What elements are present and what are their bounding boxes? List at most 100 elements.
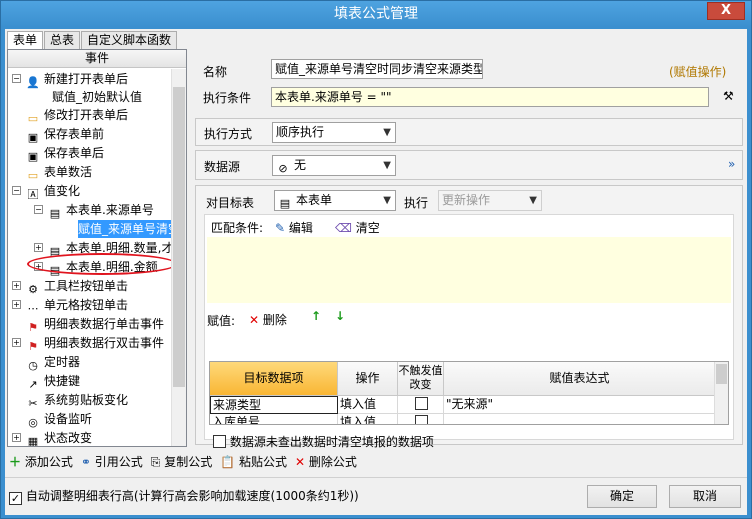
expand-icon[interactable]: + bbox=[12, 300, 21, 309]
expand-icon[interactable]: + bbox=[12, 281, 21, 290]
grid-header-nochange[interactable]: 不触发值改变 bbox=[398, 362, 444, 396]
target-label: 对目标表 bbox=[206, 196, 255, 210]
mode-select[interactable]: 顺序执行 ▼ bbox=[272, 122, 396, 143]
exec-select[interactable]: 更新操作 ▼ bbox=[438, 190, 542, 211]
source-value: 无 bbox=[294, 158, 307, 172]
tab-form[interactable]: 表单 bbox=[7, 31, 44, 50]
flag-icon: ⚑ bbox=[28, 340, 38, 353]
move-up-icon[interactable]: ↑ bbox=[311, 309, 321, 323]
source-select[interactable]: ⊘ 无 ▼ bbox=[272, 155, 396, 176]
tab-summary[interactable]: 总表 bbox=[44, 31, 81, 49]
tree-item[interactable]: + ▦ 状态改变 bbox=[12, 429, 92, 446]
divider bbox=[5, 477, 747, 478]
collapse-icon[interactable]: − bbox=[34, 205, 43, 214]
scrollbar-thumb[interactable] bbox=[173, 87, 185, 387]
tree-item[interactable]: + ⚑ 明细表数据行双击事件 bbox=[12, 334, 165, 353]
add-formula-button[interactable]: ＋ 添加公式 bbox=[9, 452, 73, 472]
delete-formula-button[interactable]: ✕ 删除公式 bbox=[295, 452, 357, 472]
dialog-window: 填表公式管理 X 表单 总表 自定义脚本函数 事件 − 👤 新建打开表单后 赋值_… bbox=[0, 0, 752, 519]
tree-item[interactable]: − 👤 新建打开表单后 bbox=[12, 70, 128, 89]
paste-formula-button[interactable]: 📋 粘贴公式 bbox=[220, 452, 287, 472]
tree-item[interactable]: 赋值_初始默认值 bbox=[52, 88, 142, 106]
tree-item[interactable]: ▣ 保存表单前 bbox=[26, 125, 105, 144]
grid-cell-target[interactable]: 来源类型 bbox=[210, 396, 338, 414]
flag-icon: ⚑ bbox=[28, 321, 38, 334]
collapse-icon[interactable]: − bbox=[12, 186, 21, 195]
target-value: 本表单 bbox=[296, 193, 333, 207]
grid-cell-expr[interactable] bbox=[444, 414, 716, 424]
ref-formula-label: 引用公式 bbox=[94, 455, 143, 469]
delete-x-icon: ✕ bbox=[249, 313, 260, 327]
expand-down-icon[interactable]: » bbox=[728, 157, 735, 171]
grid-cell-op[interactable]: 填入值 bbox=[338, 396, 398, 414]
expand-icon[interactable]: + bbox=[12, 338, 21, 347]
scissors-icon: ✂ bbox=[28, 397, 38, 410]
delete-assign-button[interactable]: ✕ 删除 bbox=[249, 311, 287, 328]
paste-icon: 📋 bbox=[220, 455, 236, 469]
cancel-button[interactable]: 取消 bbox=[669, 485, 741, 508]
checkbox[interactable] bbox=[415, 397, 428, 410]
tree-item-label: 系统剪贴板变化 bbox=[44, 393, 129, 407]
expand-icon[interactable]: + bbox=[34, 243, 43, 252]
grid-cell-checkbox[interactable] bbox=[398, 414, 444, 424]
auto-height-checkbox[interactable]: ✓ bbox=[9, 492, 22, 505]
tree-item[interactable]: ◎ 设备监听 bbox=[26, 410, 92, 429]
folder-icon: ▭ bbox=[27, 169, 39, 182]
link-icon: ⚭ bbox=[80, 455, 91, 469]
tree-item[interactable]: ↗ 快捷键 bbox=[26, 372, 81, 391]
clear-match-button[interactable]: ⌫ 清空 bbox=[335, 219, 380, 236]
chevron-down-icon: ▼ bbox=[383, 160, 391, 171]
grid-cell-checkbox[interactable] bbox=[398, 396, 444, 414]
tree-item[interactable]: ▣ 保存表单后 bbox=[26, 144, 104, 163]
grid-header-expr[interactable]: 赋值表达式 bbox=[444, 362, 716, 396]
ok-button[interactable]: 确定 bbox=[587, 485, 657, 508]
copy-formula-button[interactable]: ⎘ 复制公式 bbox=[151, 452, 212, 472]
tree-item[interactable]: ◷ 定时器 bbox=[26, 353, 81, 372]
grid-header-target[interactable]: 目标数据项 bbox=[210, 362, 338, 396]
scrollbar-thumb[interactable] bbox=[716, 364, 727, 384]
tree-item-label: 明细表数据行双击事件 bbox=[44, 336, 165, 350]
tree-item-label: 定时器 bbox=[44, 355, 81, 369]
collapse-icon[interactable]: − bbox=[12, 74, 21, 83]
paste-formula-label: 粘贴公式 bbox=[239, 455, 288, 469]
condition-input[interactable]: 本表单.来源单号 = "" bbox=[271, 87, 709, 107]
tree-scrollbar[interactable] bbox=[171, 69, 186, 446]
shortcut-icon: ↗ bbox=[28, 378, 38, 391]
tree-item[interactable]: + ⚙ 工具栏按钮单击 bbox=[12, 277, 128, 296]
tree-item-label: 快捷键 bbox=[44, 374, 81, 388]
tab-custom-script[interactable]: 自定义脚本函数 bbox=[81, 31, 178, 49]
grid-cell-op[interactable]: 填入值 bbox=[338, 414, 398, 424]
grid-cell-expr[interactable]: "无来源" bbox=[444, 396, 716, 414]
checkbox[interactable] bbox=[415, 415, 428, 424]
target-select[interactable]: ▤ 本表单 ▼ bbox=[274, 190, 396, 211]
tree-item[interactable]: ✂ 系统剪贴板变化 bbox=[26, 391, 129, 410]
tree-item[interactable]: ▭ 修改打开表单后 bbox=[26, 106, 128, 125]
tree-item[interactable]: ▭ 表单数活 bbox=[26, 163, 92, 182]
grid-cell-target[interactable]: 入库单号 bbox=[210, 414, 338, 424]
expand-icon[interactable]: + bbox=[12, 433, 21, 442]
close-button[interactable]: X bbox=[707, 2, 745, 20]
no-source-icon: ⊘ bbox=[278, 162, 288, 175]
tree-item-label: 保存表单前 bbox=[44, 127, 105, 141]
mode-section: 执行方式 顺序执行 ▼ bbox=[195, 118, 743, 146]
title-bar: 填表公式管理 X bbox=[1, 1, 751, 27]
grid-scrollbar[interactable] bbox=[714, 362, 728, 424]
source-section: 数据源 ⊘ 无 ▼ » bbox=[195, 150, 743, 180]
tree-item[interactable]: − 🄰 值变化 bbox=[12, 182, 80, 201]
clear-label: 清空 bbox=[355, 221, 380, 235]
tree-item[interactable]: + ⋯ 单元格按钮单击 bbox=[12, 296, 128, 315]
wand-icon[interactable]: ⚒ bbox=[723, 89, 734, 103]
clear-option[interactable]: 数据源未查出数据时清空填报的数据项 bbox=[213, 433, 434, 450]
tree-item[interactable]: − ▤ 本表单.来源单号 bbox=[34, 201, 154, 220]
event-tree-header: 事件 bbox=[8, 50, 186, 68]
match-condition-area[interactable] bbox=[207, 237, 731, 303]
name-input[interactable]: 赋值_来源单号清空时同步清空来源类型 bbox=[271, 59, 483, 79]
move-down-icon[interactable]: ↓ bbox=[335, 309, 345, 323]
ref-formula-button[interactable]: ⚭ 引用公式 bbox=[81, 452, 143, 472]
edit-match-button[interactable]: ✎ 编辑 bbox=[275, 219, 313, 236]
tree-item[interactable]: ⚑ 明细表数据行单击事件 bbox=[26, 315, 164, 334]
mode-value: 顺序执行 bbox=[276, 125, 325, 139]
auto-height-option[interactable]: ✓ 自动调整明细表行高(计算行高会影响加载速度(1000条约1秒)) bbox=[9, 487, 359, 505]
grid-header-op[interactable]: 操作 bbox=[338, 362, 398, 396]
clear-option-checkbox[interactable] bbox=[213, 435, 226, 448]
